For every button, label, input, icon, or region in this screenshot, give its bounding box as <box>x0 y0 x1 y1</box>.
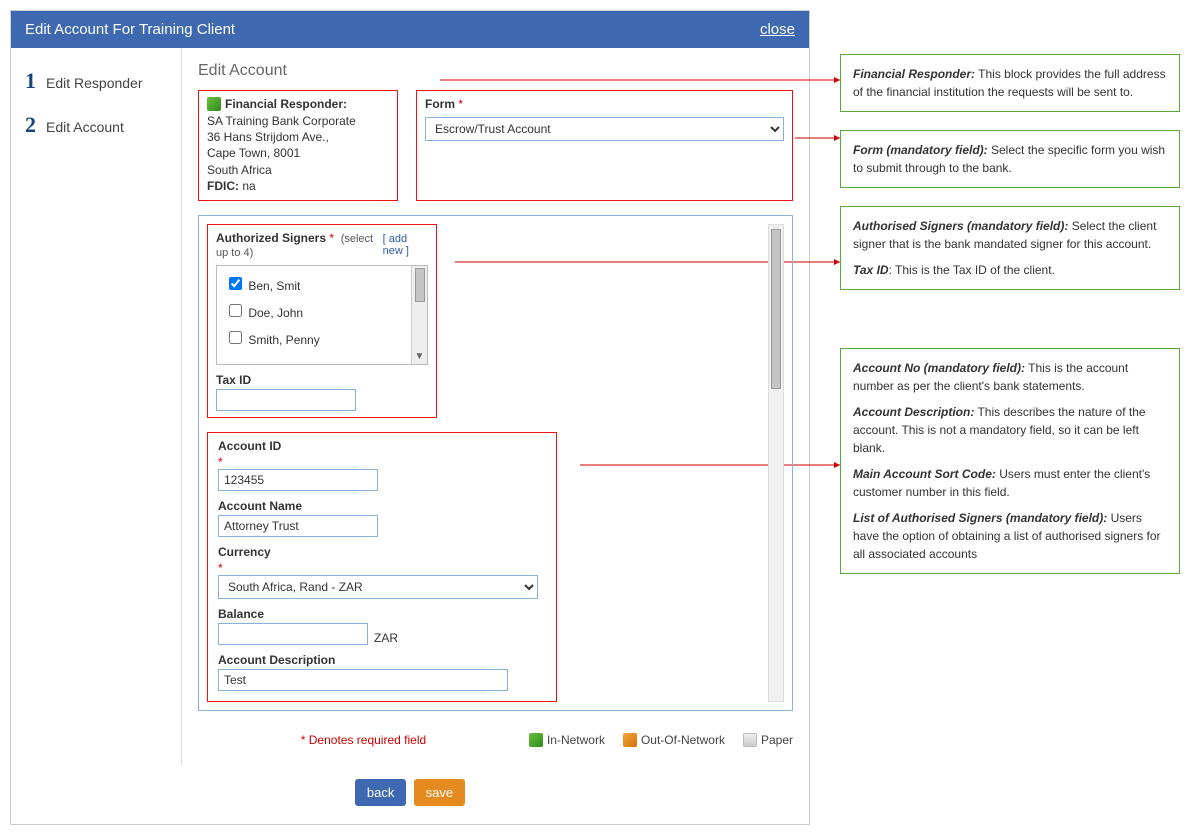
modal-title: Edit Account For Training Client <box>25 21 235 38</box>
required-marker: * <box>458 97 463 111</box>
account-id-input[interactable] <box>218 469 378 491</box>
denotes-required: * Denotes required field <box>301 733 426 747</box>
account-name-input[interactable] <box>218 515 378 537</box>
note-form: Form (mandatory field): Select the speci… <box>840 130 1180 188</box>
signer-checkbox[interactable] <box>229 331 242 344</box>
note-signers-taxid: Authorised Signers (mandatory field): Se… <box>840 206 1180 290</box>
signer-list: Ben, Smit Doe, John Smith, Penny ▼ <box>216 265 428 365</box>
scrollbar-thumb[interactable] <box>771 229 781 389</box>
currency-label: Currency <box>218 545 546 559</box>
account-desc-input[interactable] <box>218 669 508 691</box>
step-number: 1 <box>25 68 36 94</box>
close-link[interactable]: close <box>760 21 795 38</box>
financial-responder-block: Financial Responder: SA Training Bank Co… <box>198 90 398 201</box>
currency-select[interactable]: South Africa, Rand - ZAR <box>218 575 538 599</box>
account-details-block: Account ID * Account Name Currency * So <box>207 432 557 702</box>
step-number: 2 <box>25 112 36 138</box>
form-select[interactable]: Escrow/Trust Account <box>425 117 784 141</box>
required-marker: * <box>218 561 223 575</box>
signers-label: Authorized Signers <box>216 231 326 245</box>
signer-item[interactable]: Ben, Smit <box>223 270 405 297</box>
required-marker: * <box>329 231 334 245</box>
form-block: Form * Escrow/Trust Account <box>416 90 793 201</box>
fdic-label: FDIC: <box>207 179 239 193</box>
signer-name: Ben, Smit <box>248 279 300 293</box>
legend-paper: Paper <box>743 733 793 747</box>
signer-checkbox[interactable] <box>229 277 242 290</box>
responder-line: 36 Hans Strijdom Ave., <box>207 129 389 145</box>
note-account-fields: Account No (mandatory field): This is th… <box>840 348 1180 574</box>
signer-scrollbar[interactable]: ▼ <box>411 266 427 364</box>
note-financial-responder: Financial Responder: This block provides… <box>840 54 1180 112</box>
step-edit-responder[interactable]: 1 Edit Responder <box>25 68 177 94</box>
responder-line: SA Training Bank Corporate <box>207 113 389 129</box>
back-button[interactable]: back <box>355 779 406 806</box>
step-label: Edit Account <box>46 119 124 135</box>
account-id-label: Account ID <box>218 439 546 453</box>
annotation-notes: Financial Responder: This block provides… <box>840 10 1180 825</box>
wizard-sidebar: 1 Edit Responder 2 Edit Account <box>11 48 181 765</box>
balance-currency-suffix: ZAR <box>374 631 398 645</box>
step-edit-account[interactable]: 2 Edit Account <box>25 112 177 138</box>
responder-line: Cape Town, 8001 <box>207 145 389 161</box>
details-card: Authorized Signers * (select up to 4) [ … <box>198 215 793 711</box>
action-bar: back save <box>11 765 809 824</box>
responder-line: South Africa <box>207 162 389 178</box>
panel-heading: Edit Account <box>198 62 793 80</box>
signer-checkbox[interactable] <box>229 304 242 317</box>
main-panel: Edit Account Financial Responder: SA Tra… <box>182 48 809 765</box>
in-network-icon <box>207 97 221 111</box>
paper-icon <box>743 733 757 747</box>
authorized-signers-block: Authorized Signers * (select up to 4) [ … <box>207 224 437 418</box>
save-button[interactable]: save <box>414 779 465 806</box>
card-scrollbar[interactable] <box>768 224 784 702</box>
balance-input[interactable] <box>218 623 368 645</box>
out-of-network-icon <box>623 733 637 747</box>
signer-name: Smith, Penny <box>248 333 319 347</box>
signer-name: Doe, John <box>248 306 303 320</box>
taxid-label: Tax ID <box>216 373 428 387</box>
signer-item[interactable]: Doe, John <box>223 297 405 324</box>
account-desc-label: Account Description <box>218 653 546 667</box>
in-network-icon <box>529 733 543 747</box>
legend-in-network: In-Network <box>529 733 605 747</box>
form-label: Form <box>425 97 455 111</box>
taxid-input[interactable] <box>216 389 356 411</box>
fdic-value: na <box>242 179 255 193</box>
balance-label: Balance <box>218 607 546 621</box>
financial-responder-label: Financial Responder: <box>225 97 347 111</box>
required-marker: * <box>218 455 223 469</box>
legend-out-of-network: Out-Of-Network <box>623 733 725 747</box>
scrollbar-thumb[interactable] <box>415 268 425 302</box>
add-new-signer-link[interactable]: [ add new ] <box>383 233 428 257</box>
account-name-label: Account Name <box>218 499 546 513</box>
modal-window: Edit Account For Training Client close 1… <box>10 10 810 825</box>
step-label: Edit Responder <box>46 75 143 91</box>
titlebar: Edit Account For Training Client close <box>11 11 809 48</box>
chevron-down-icon[interactable]: ▼ <box>415 349 425 364</box>
signer-item[interactable]: Smith, Penny <box>223 324 405 351</box>
